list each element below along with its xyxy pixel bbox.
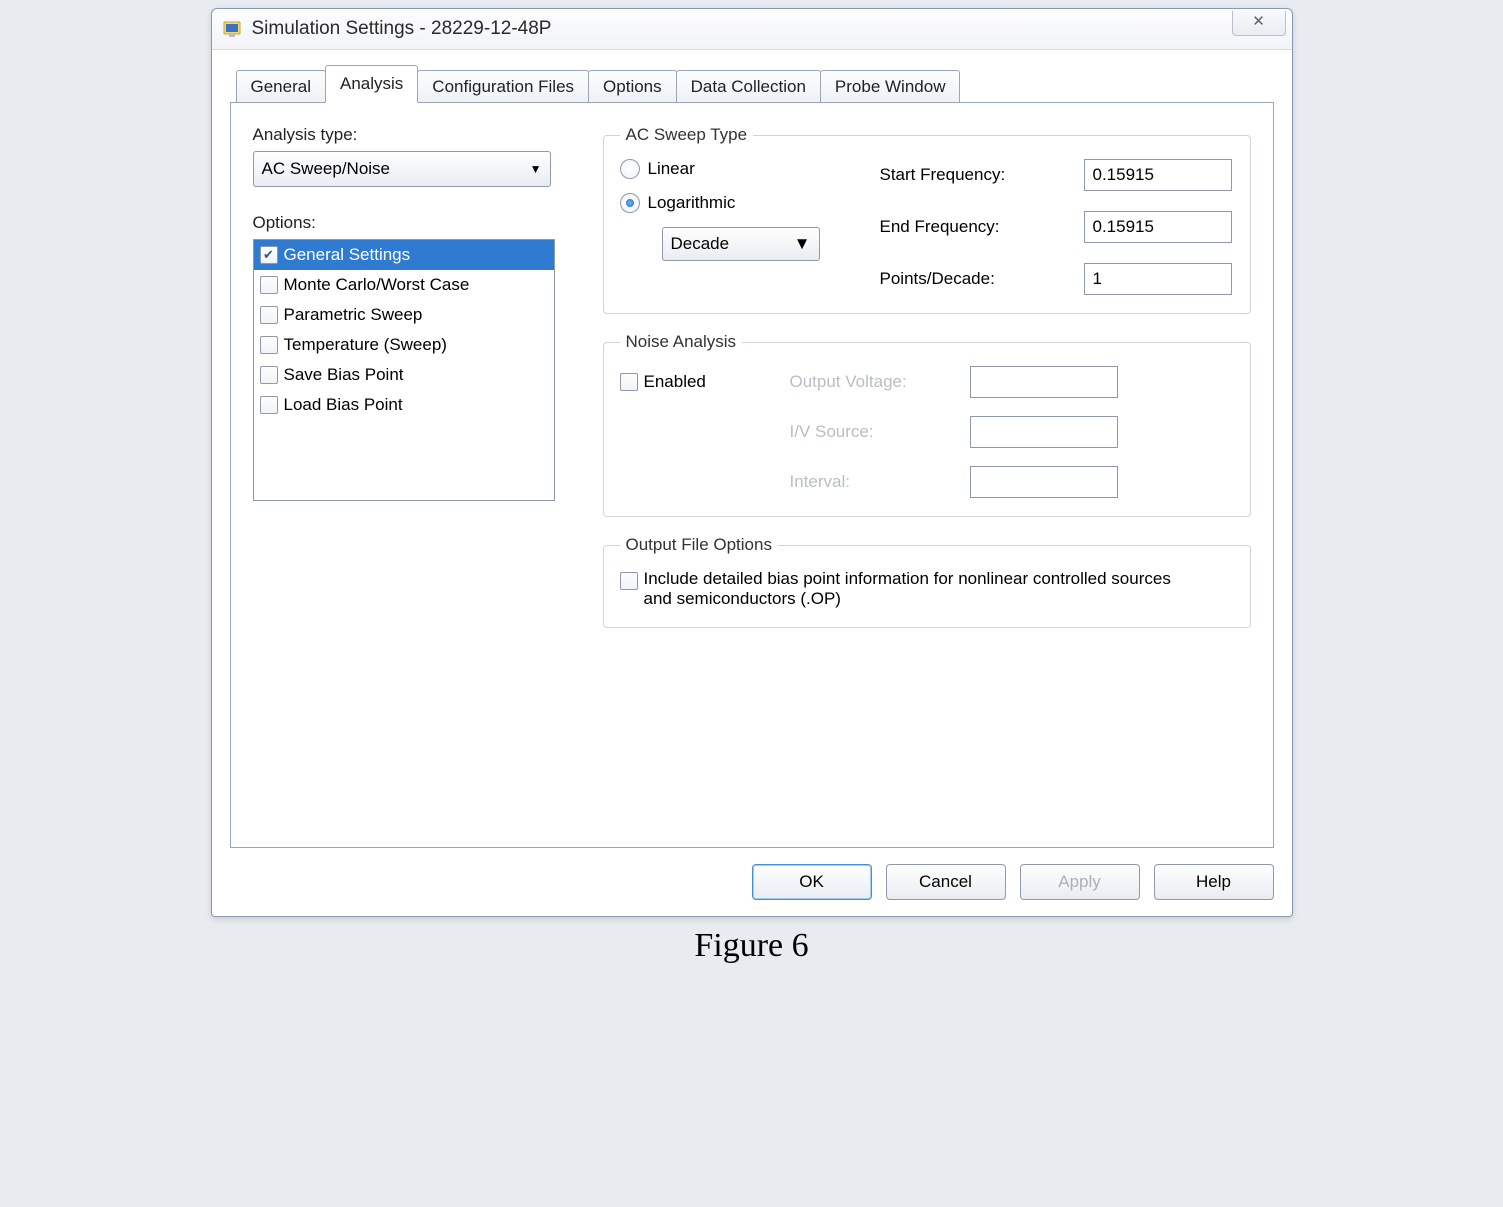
output-voltage-input <box>970 366 1118 398</box>
option-label: Temperature (Sweep) <box>284 335 447 355</box>
checkbox-icon[interactable] <box>260 246 278 264</box>
tab-configuration-files[interactable]: Configuration Files <box>417 70 589 103</box>
radio-icon <box>620 193 640 213</box>
ac-sweep-group: AC Sweep Type Linear Logarithmic <box>603 125 1251 314</box>
interval-label: Interval: <box>790 472 960 492</box>
radio-logarithmic[interactable]: Logarithmic <box>620 193 840 213</box>
noise-analysis-group: Noise Analysis Enabled Output Voltage: I… <box>603 332 1251 517</box>
tab-panel-analysis: Analysis type: AC Sweep/Noise ▼ Options:… <box>230 102 1274 848</box>
output-file-options-group: Output File Options Include detailed bia… <box>603 535 1251 628</box>
checkbox-icon[interactable] <box>260 336 278 354</box>
dialog-window: ✕ Simulation Settings - 28229-12-48P Gen… <box>211 8 1293 917</box>
figure-caption: Figure 6 <box>0 927 1503 965</box>
radio-linear-label: Linear <box>648 159 695 179</box>
help-button[interactable]: Help <box>1154 864 1274 900</box>
tab-analysis[interactable]: Analysis <box>325 65 418 103</box>
option-monte-carlo[interactable]: Monte Carlo/Worst Case <box>254 270 554 300</box>
iv-source-input <box>970 416 1118 448</box>
ok-button[interactable]: OK <box>752 864 872 900</box>
checkbox-icon[interactable] <box>260 276 278 294</box>
points-decade-label: Points/Decade: <box>880 269 1084 289</box>
checkbox-icon[interactable] <box>620 373 638 391</box>
titlebar: Simulation Settings - 28229-12-48P <box>212 9 1292 50</box>
include-op-row[interactable]: Include detailed bias point information … <box>620 569 1234 609</box>
option-label: Save Bias Point <box>284 365 404 385</box>
analysis-type-label: Analysis type: <box>253 125 573 145</box>
option-parametric-sweep[interactable]: Parametric Sweep <box>254 300 554 330</box>
button-bar: OK Cancel Apply Help <box>230 864 1274 900</box>
option-save-bias-point[interactable]: Save Bias Point <box>254 360 554 390</box>
checkbox-icon[interactable] <box>260 306 278 324</box>
radio-linear[interactable]: Linear <box>620 159 840 179</box>
chevron-down-icon: ▼ <box>794 234 811 254</box>
tab-probe-window[interactable]: Probe Window <box>820 70 961 103</box>
checkbox-icon[interactable] <box>260 366 278 384</box>
window-title: Simulation Settings - 28229-12-48P <box>252 18 552 40</box>
log-scale-dropdown[interactable]: Decade ▼ <box>662 227 820 261</box>
app-icon <box>220 17 244 41</box>
options-label: Options: <box>253 213 573 233</box>
checkbox-icon[interactable] <box>260 396 278 414</box>
left-column: Analysis type: AC Sweep/Noise ▼ Options:… <box>253 125 573 501</box>
option-temperature-sweep[interactable]: Temperature (Sweep) <box>254 330 554 360</box>
start-freq-input[interactable] <box>1084 159 1232 191</box>
option-general-settings[interactable]: General Settings <box>254 240 554 270</box>
radio-log-label: Logarithmic <box>648 193 736 213</box>
tabstrip: General Analysis Configuration Files Opt… <box>236 64 1274 102</box>
tab-options[interactable]: Options <box>588 70 677 103</box>
points-decade-input[interactable] <box>1084 263 1232 295</box>
options-listbox[interactable]: General Settings Monte Carlo/Worst Case … <box>253 239 555 501</box>
interval-input <box>970 466 1118 498</box>
apply-button[interactable]: Apply <box>1020 864 1140 900</box>
cancel-button[interactable]: Cancel <box>886 864 1006 900</box>
noise-legend: Noise Analysis <box>620 332 743 352</box>
tab-general[interactable]: General <box>236 70 326 103</box>
iv-source-label: I/V Source: <box>790 422 960 442</box>
noise-enabled-row[interactable]: Enabled <box>620 372 780 392</box>
log-scale-value: Decade <box>671 234 730 254</box>
chevron-down-icon: ▼ <box>530 162 542 176</box>
analysis-type-dropdown[interactable]: AC Sweep/Noise ▼ <box>253 151 551 187</box>
ac-sweep-legend: AC Sweep Type <box>620 125 754 145</box>
end-freq-label: End Frequency: <box>880 217 1084 237</box>
right-column: AC Sweep Type Linear Logarithmic <box>603 125 1251 628</box>
close-button[interactable]: ✕ <box>1232 11 1286 36</box>
analysis-type-value: AC Sweep/Noise <box>262 159 391 179</box>
end-freq-input[interactable] <box>1084 211 1232 243</box>
option-label: Load Bias Point <box>284 395 403 415</box>
include-op-label: Include detailed bias point information … <box>644 569 1184 609</box>
option-label: Monte Carlo/Worst Case <box>284 275 470 295</box>
option-label: Parametric Sweep <box>284 305 423 325</box>
start-freq-label: Start Frequency: <box>880 165 1084 185</box>
radio-icon <box>620 159 640 179</box>
client-area: General Analysis Configuration Files Opt… <box>212 50 1292 916</box>
output-voltage-label: Output Voltage: <box>790 372 960 392</box>
tab-data-collection[interactable]: Data Collection <box>676 70 821 103</box>
noise-enabled-label: Enabled <box>644 372 706 392</box>
checkbox-icon[interactable] <box>620 572 638 590</box>
option-load-bias-point[interactable]: Load Bias Point <box>254 390 554 420</box>
option-label: General Settings <box>284 245 411 265</box>
output-file-legend: Output File Options <box>620 535 778 555</box>
